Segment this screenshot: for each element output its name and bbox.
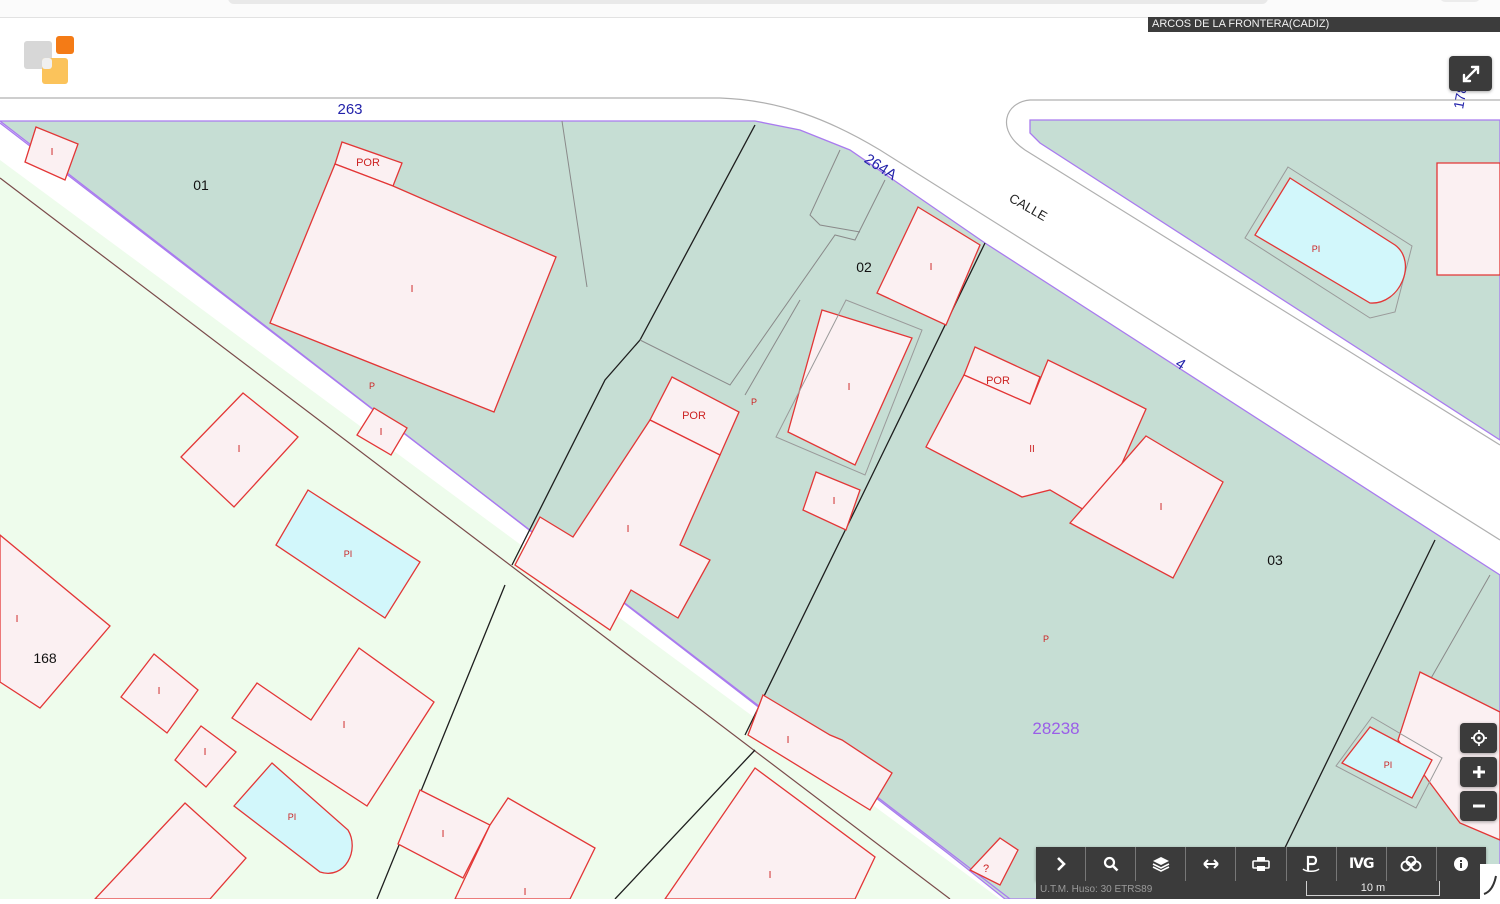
bike-icon — [1400, 856, 1422, 872]
reference-button[interactable] — [1287, 847, 1337, 881]
logo-square — [42, 58, 52, 69]
building-label: I — [769, 870, 772, 881]
crosshair-icon — [1470, 730, 1487, 746]
building-label: I — [787, 735, 790, 746]
building-label: I — [158, 686, 161, 697]
street-number-label: 263 — [337, 101, 362, 118]
municipality-label: ARCOS DE LA FRONTERA(CADIZ) — [1148, 17, 1500, 32]
resize-handle-icon[interactable] — [1480, 864, 1500, 899]
plus-icon — [1472, 766, 1485, 778]
projection-label: U.T.M. Huso: 30 ETRS89 — [1040, 884, 1153, 895]
logo-square — [56, 36, 74, 54]
print-icon — [1252, 857, 1270, 871]
building-label: ? — [983, 863, 989, 875]
browser-tab[interactable] — [1440, 0, 1480, 2]
building-label: I — [524, 887, 527, 898]
ivg-label: IVG — [1348, 856, 1375, 872]
zoom-out-button[interactable] — [1460, 791, 1497, 821]
parcel-id: 03 — [1267, 552, 1283, 568]
parcel-id: 01 — [193, 177, 209, 193]
status-bar: U.T.M. Huso: 30 ETRS89 10 m — [1036, 881, 1480, 899]
layers-button[interactable] — [1136, 847, 1187, 881]
scale-bar: 10 m — [1306, 881, 1440, 896]
search-button[interactable] — [1086, 847, 1137, 881]
measure-button[interactable] — [1186, 847, 1237, 881]
block-id-label: 28238 — [1032, 719, 1079, 738]
building-label: II — [1029, 444, 1035, 455]
building-label: I — [1160, 502, 1163, 513]
parcel-id: 02 — [856, 259, 872, 275]
measure-icon — [1203, 859, 1219, 869]
browser-top-strip — [0, 0, 1500, 18]
building-label: P — [751, 397, 757, 407]
building-label: I — [204, 747, 207, 758]
building-label: POR — [356, 157, 380, 169]
locate-button[interactable] — [1460, 723, 1497, 753]
building-label: I — [411, 284, 414, 295]
corner-area — [1480, 864, 1500, 899]
fullscreen-button[interactable] — [1449, 56, 1492, 91]
building-label: I — [238, 444, 241, 455]
building-label: I — [343, 720, 346, 731]
layers-icon — [1152, 857, 1170, 872]
pool-label: PI — [1312, 244, 1321, 254]
building-label: POR — [682, 410, 706, 422]
pool-label: PI — [344, 549, 353, 559]
building-label: I — [51, 147, 54, 158]
building-label: I — [848, 382, 851, 393]
info-button[interactable] — [1437, 847, 1486, 881]
expand-icon — [1462, 65, 1479, 82]
print-button[interactable] — [1236, 847, 1287, 881]
zoom-in-button[interactable] — [1460, 757, 1497, 787]
browser-address-bar[interactable] — [228, 0, 1268, 4]
building — [1436, 162, 1500, 276]
building-label: I — [380, 427, 383, 438]
building-label: P — [1043, 634, 1049, 644]
reference-icon — [1302, 855, 1320, 872]
ivg-button[interactable]: IVG — [1337, 847, 1387, 881]
catastro-logo[interactable] — [24, 36, 76, 86]
cadastral-map[interactable]: I POR I P I I I I P I POR I POR II I P I… — [0, 0, 1500, 899]
map-toolbar: IVG — [1036, 847, 1486, 881]
search-icon — [1103, 856, 1119, 872]
parcel-id: 168 — [33, 650, 57, 666]
building-label: P — [369, 381, 375, 391]
bike-button[interactable] — [1387, 847, 1437, 881]
building-label: I — [16, 614, 19, 625]
pool-label: PI — [288, 812, 297, 822]
building-label: I — [627, 524, 630, 535]
building-label: I — [442, 829, 445, 840]
minus-icon — [1472, 804, 1485, 808]
building-label: I — [833, 496, 836, 507]
building-label: I — [930, 262, 933, 273]
building-label: POR — [986, 375, 1010, 387]
pool-label: PI — [1384, 760, 1393, 770]
expand-panel-button[interactable] — [1036, 847, 1087, 881]
info-icon — [1454, 857, 1469, 871]
chevron-right-icon — [1056, 857, 1066, 871]
